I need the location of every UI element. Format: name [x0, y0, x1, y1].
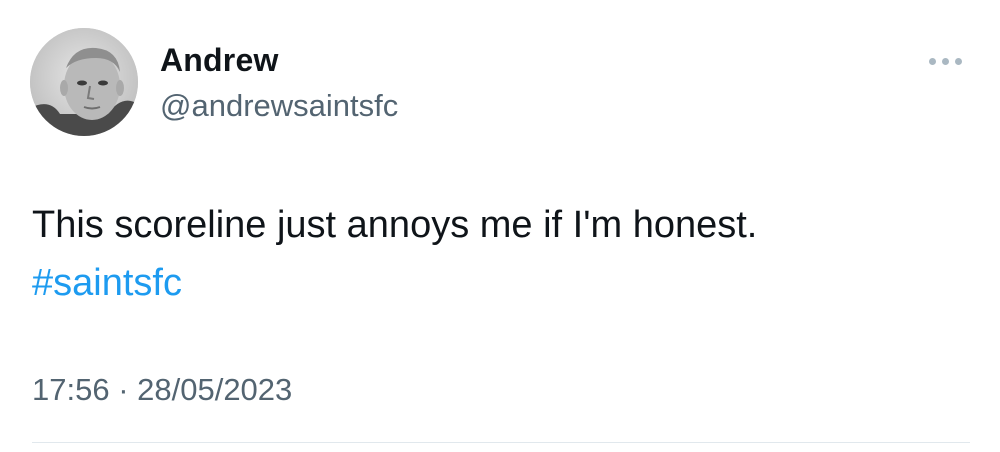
tweet-body: This scoreline just annoys me if I'm hon… — [32, 204, 758, 246]
tweet-card: Andrew @andrewsaintsfc This scoreline ju… — [0, 0, 1000, 452]
tweet-text: This scoreline just annoys me if I'm hon… — [32, 196, 972, 312]
display-name[interactable]: Andrew — [160, 42, 279, 79]
more-options-button[interactable] — [920, 46, 970, 76]
tweet-timestamp[interactable]: 17:56 · 28/05/2023 — [32, 372, 292, 408]
user-handle[interactable]: @andrewsaintsfc — [160, 88, 398, 124]
avatar[interactable] — [30, 28, 138, 136]
user-avatar-icon — [30, 28, 138, 136]
more-horizontal-icon — [941, 57, 949, 65]
divider — [32, 442, 970, 443]
more-horizontal-icon — [928, 57, 936, 65]
more-horizontal-icon — [954, 57, 962, 65]
hashtag-link[interactable]: #saintsfc — [32, 262, 182, 304]
